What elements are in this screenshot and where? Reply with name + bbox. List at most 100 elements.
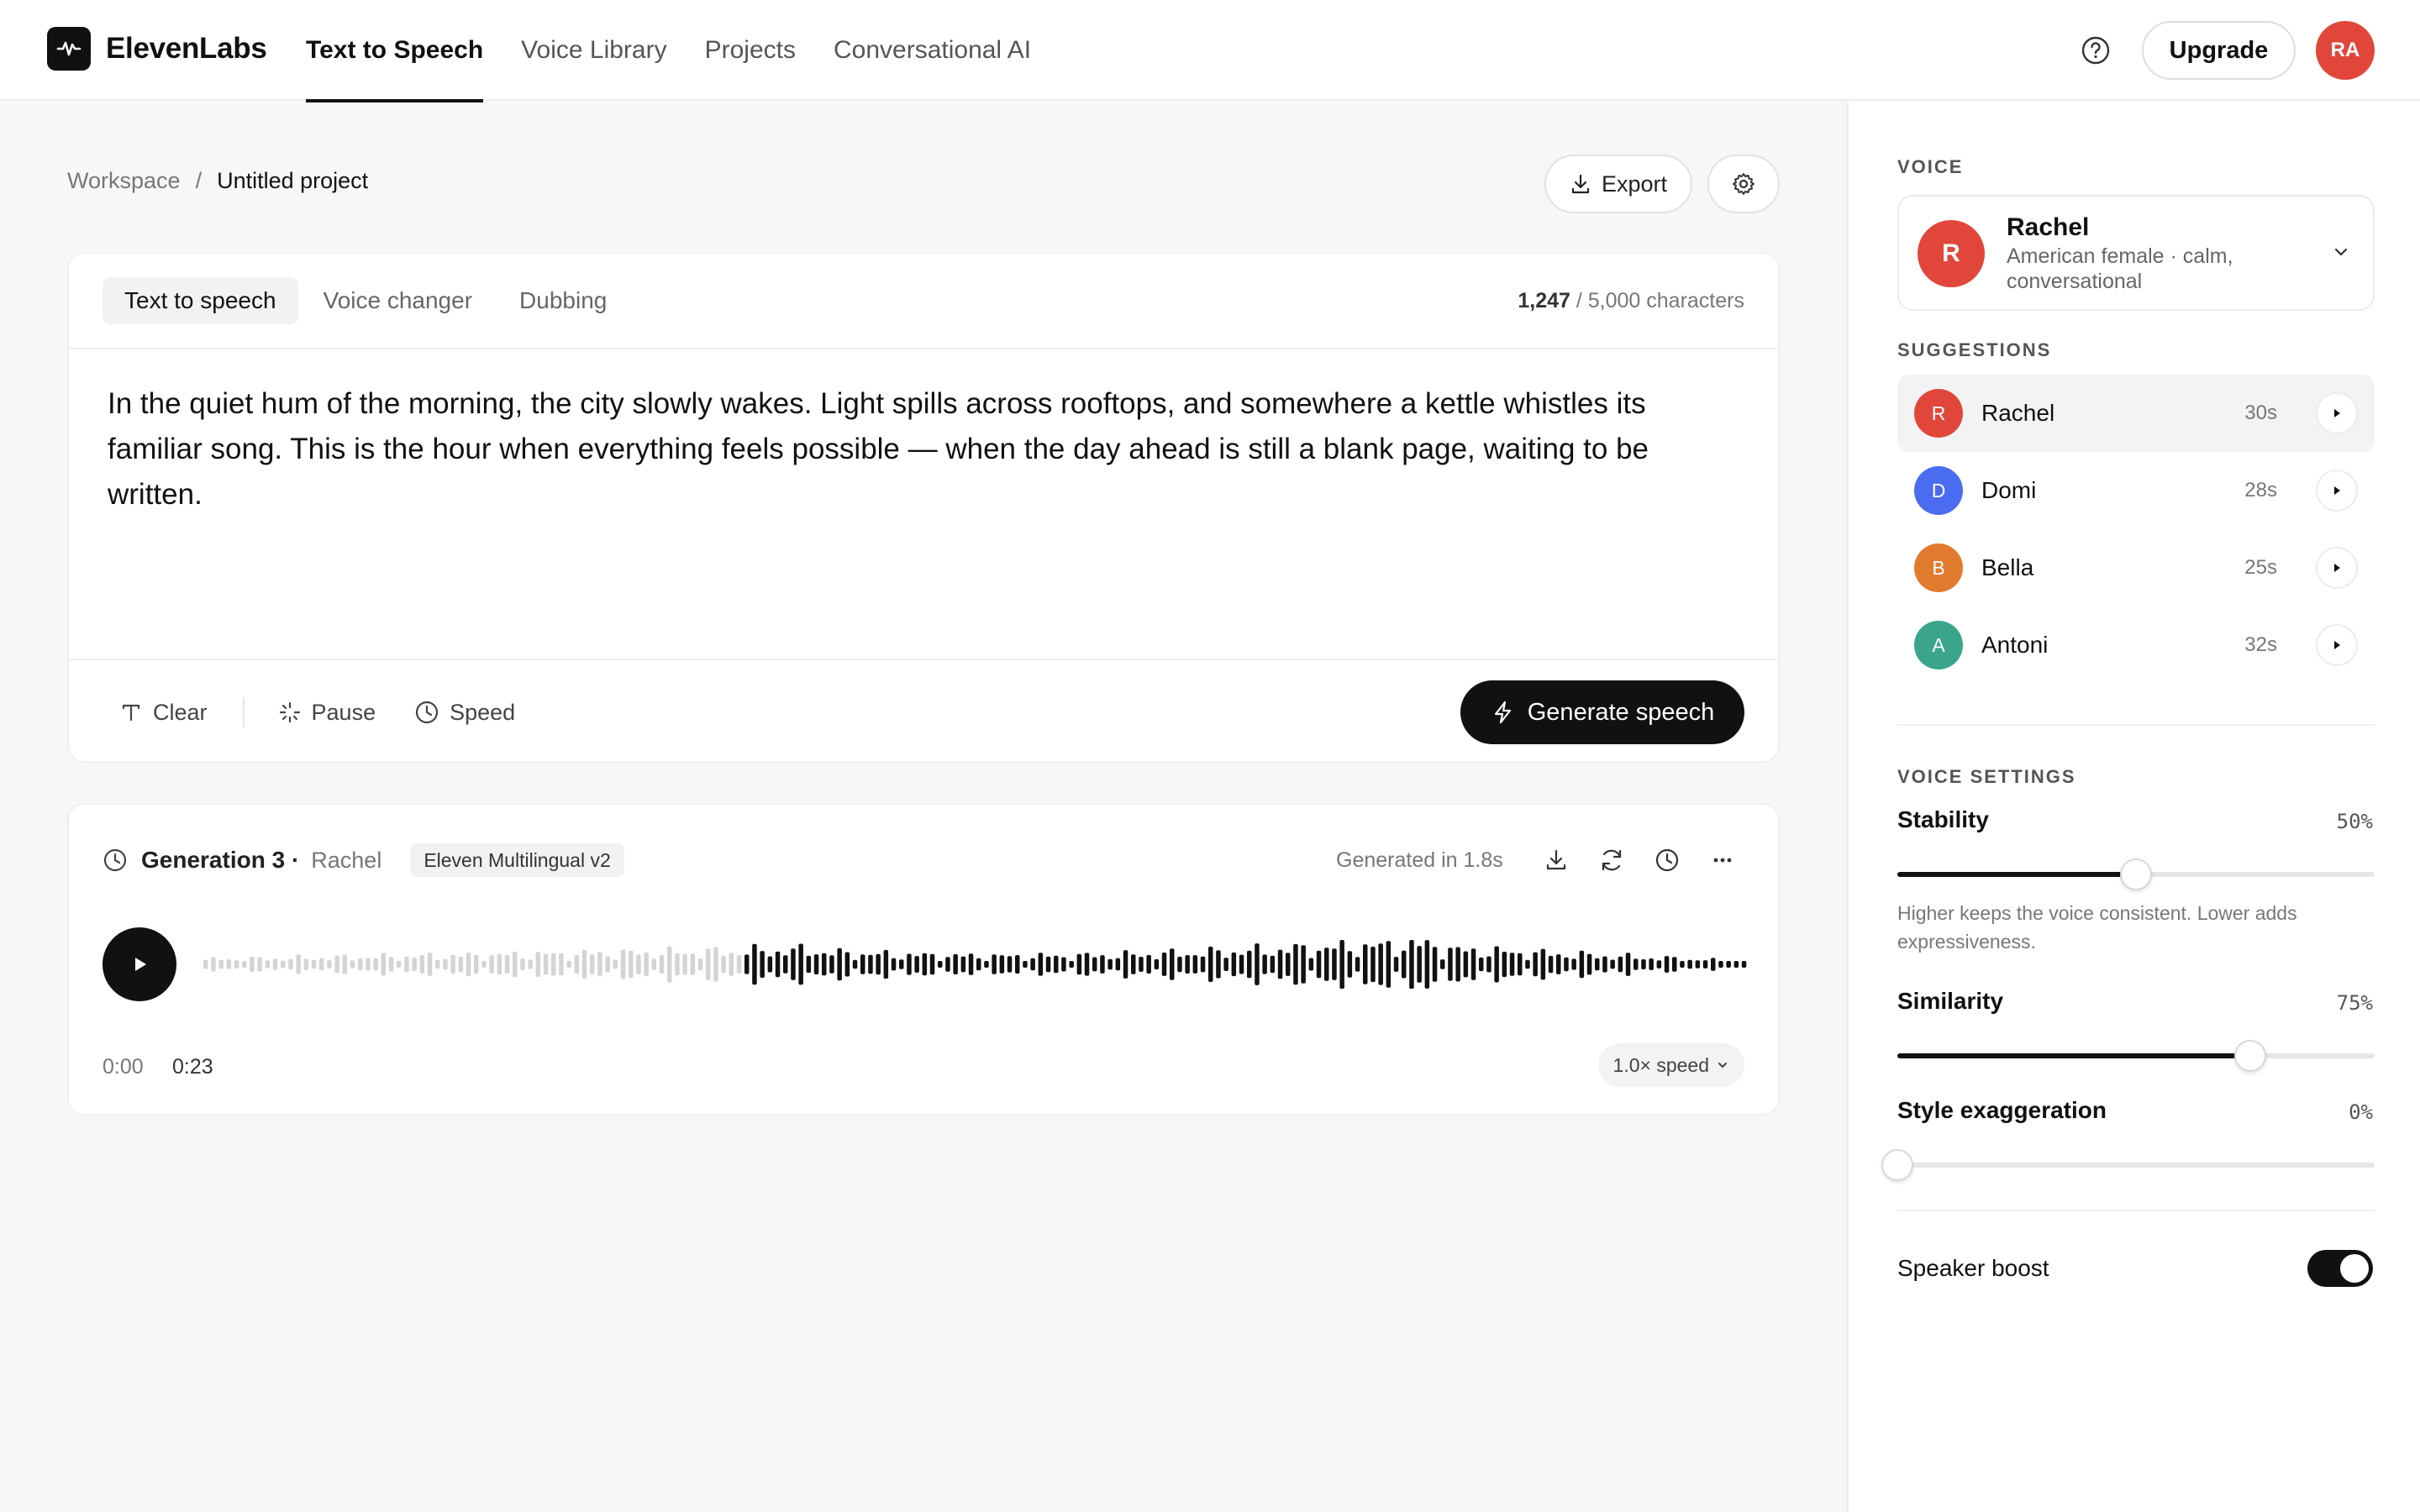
waveform-bar <box>296 954 301 974</box>
speaker-boost-toggle[interactable] <box>2307 1250 2373 1287</box>
waveform-bar <box>899 959 904 969</box>
suggestion-domi[interactable]: D Domi 28s <box>1897 452 2375 529</box>
slider-handle[interactable] <box>2234 1040 2267 1072</box>
export-label: Export <box>1601 171 1668 197</box>
waveform-bar <box>945 957 950 972</box>
play-preview-button[interactable] <box>2316 547 2358 589</box>
play-icon <box>2334 564 2340 572</box>
history-clock-icon[interactable] <box>1649 842 1686 879</box>
waveform-bar <box>852 959 858 969</box>
voice-selector[interactable]: R Rachel American female · calm, convers… <box>1897 195 2375 311</box>
waveform-bar <box>281 960 286 969</box>
waveform-bar <box>1123 950 1128 979</box>
waveform-bar <box>1146 954 1151 974</box>
waveform-bar <box>1564 957 1569 972</box>
play-preview-button[interactable] <box>2316 624 2358 666</box>
waveform-bar <box>1402 950 1407 979</box>
voice-name: Rachel <box>2007 213 2090 241</box>
waveform-bar <box>1502 952 1507 978</box>
regenerate-icon[interactable] <box>1593 842 1630 879</box>
suggestion-bella[interactable]: B Bella 25s <box>1897 529 2375 606</box>
waveform-bar <box>1200 956 1206 973</box>
generation-title: Generation 3 · <box>141 847 300 873</box>
more-options-icon[interactable] <box>1704 842 1741 879</box>
waveform-bar <box>350 960 355 969</box>
waveform-bar <box>1231 952 1237 977</box>
waveform-bar <box>1185 955 1190 974</box>
clear-button[interactable]: Clear <box>119 700 208 726</box>
waveform-bar <box>1672 957 1677 972</box>
waveform-bar <box>334 955 339 974</box>
style-exaggeration-slider[interactable] <box>1881 1149 2375 1181</box>
playback-speed-select[interactable]: 1.0× speed <box>1597 1043 1744 1087</box>
waveform-bar <box>1386 941 1392 988</box>
download-icon[interactable] <box>1538 842 1575 879</box>
waveform-bar <box>388 957 394 972</box>
waveform-bar <box>1634 958 1639 970</box>
waveform-bar <box>953 953 958 974</box>
play-icon <box>2334 409 2340 417</box>
play-preview-button[interactable] <box>2316 392 2358 434</box>
waveform-bar <box>1417 946 1422 983</box>
waveform-bar <box>767 956 773 973</box>
waveform-bar <box>1687 959 1692 969</box>
waveform-bar <box>829 955 834 974</box>
user-avatar[interactable]: RA <box>2316 21 2375 80</box>
generated-time: Generated in 1.8s <box>1336 848 1503 872</box>
speed-button[interactable]: Speed <box>414 700 515 726</box>
nav-projects[interactable]: Projects <box>705 0 796 101</box>
waveform-bar <box>914 956 919 973</box>
waveform-bar <box>690 953 696 975</box>
nav-voice-library[interactable]: Voice Library <box>521 0 666 101</box>
help-circle-icon[interactable] <box>2077 32 2114 69</box>
play-button[interactable] <box>103 927 176 1001</box>
waveform-bar <box>1463 951 1469 978</box>
suggestion-rachel[interactable]: R Rachel 30s <box>1897 375 2375 452</box>
waveform-bar <box>504 954 510 974</box>
settings-button[interactable] <box>1707 155 1780 213</box>
waveform-bar <box>907 953 912 975</box>
breadcrumb-workspace[interactable]: Workspace <box>67 168 181 194</box>
waveform-bar <box>791 948 796 980</box>
voice-sidebar: VOICE R Rachel American female · calm, c… <box>1847 101 2420 1512</box>
logo[interactable]: ElevenLabs <box>47 27 267 71</box>
suggestion-antoni[interactable]: A Antoni 32s <box>1897 606 2375 684</box>
waveform-bar <box>999 955 1005 974</box>
waveform-bar <box>1301 945 1306 984</box>
main-nav: Text to Speech Voice Library Projects Co… <box>306 0 1069 102</box>
waveform-bar <box>1161 953 1167 976</box>
waveform-bar <box>1711 958 1716 971</box>
waveform-bar <box>1370 947 1376 983</box>
waveform-bar <box>1262 954 1267 974</box>
pause-button[interactable]: Pause <box>278 700 376 726</box>
waveform[interactable] <box>203 922 1749 1006</box>
tab-text-to-speech[interactable]: Text to speech <box>103 277 298 324</box>
waveform-bar <box>218 959 224 969</box>
editor-card: Text to speech Voice changer Dubbing 1,2… <box>67 252 1780 763</box>
text-input[interactable]: In the quiet hum of the morning, the cit… <box>108 381 1746 517</box>
tab-voice-changer[interactable]: Voice changer <box>302 277 494 324</box>
waveform-bar <box>1293 943 1298 985</box>
char-count-value: 1,247 <box>1518 289 1570 312</box>
waveform-bar <box>775 951 781 978</box>
export-button[interactable]: Export <box>1544 155 1692 213</box>
stability-slider[interactable] <box>1897 858 2375 890</box>
voice-avatar: R <box>1918 220 1985 287</box>
upgrade-button[interactable]: Upgrade <box>2142 21 2296 80</box>
slider-handle[interactable] <box>2120 858 2152 890</box>
play-preview-button[interactable] <box>2316 470 2358 512</box>
suggestion-avatar: R <box>1914 389 1963 438</box>
waveform-bar <box>1448 948 1453 981</box>
waveform-bar <box>1610 959 1615 969</box>
waveform-bar <box>551 953 556 976</box>
generate-speech-button[interactable]: Generate speech <box>1460 680 1744 744</box>
waveform-bar <box>1054 955 1059 974</box>
waveform-bar <box>226 959 232 969</box>
nav-text-to-speech[interactable]: Text to Speech <box>306 0 484 102</box>
waveform-bar <box>597 952 602 977</box>
download-icon <box>1571 174 1590 194</box>
nav-conversational-ai[interactable]: Conversational AI <box>834 0 1031 101</box>
tab-dubbing[interactable]: Dubbing <box>497 277 629 324</box>
slider-handle[interactable] <box>1881 1149 1913 1181</box>
similarity-slider[interactable] <box>1897 1040 2375 1072</box>
